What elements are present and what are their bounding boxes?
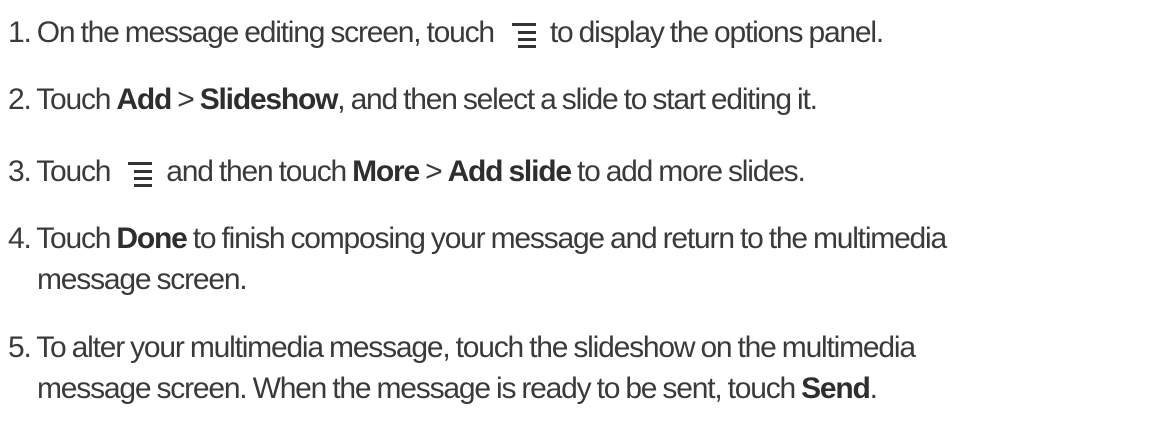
step-text: to finish composing your message and ret…: [186, 222, 947, 255]
menu-icon: [128, 161, 153, 187]
menu-icon: [511, 22, 536, 48]
step-keyword: Add: [116, 83, 172, 116]
step-text: >: [171, 83, 200, 116]
step-text: >: [419, 155, 448, 188]
step-keyword: Send: [801, 372, 871, 405]
step-text: On the message editing screen, touch: [36, 16, 495, 49]
step-keyword: Slideshow: [199, 83, 339, 116]
step-text: Touch: [36, 155, 111, 188]
step-number: 5.: [8, 331, 32, 364]
step-keyword: Add slide: [447, 155, 572, 188]
step-1: 1. On the message editing screen, touch t…: [8, 12, 1158, 53]
step-text: to add more slides.: [570, 155, 806, 188]
step-4: 4. Touch Done to finish composing your m…: [8, 218, 1158, 300]
step-text: and then touch: [166, 155, 353, 188]
step-text: Touch: [36, 222, 117, 255]
step-3: 3. Touch and then touch More > Add slide …: [8, 151, 1158, 192]
step-continuation: message screen.: [37, 263, 248, 296]
step-number: 3.: [8, 155, 32, 188]
step-text: To alter your multimedia message, touch …: [36, 331, 916, 364]
step-5: 5. To alter your multimedia message, tou…: [8, 327, 1158, 409]
step-number: 2.: [8, 83, 32, 116]
step-number: 4.: [8, 222, 32, 255]
step-keyword: More: [352, 155, 420, 188]
step-text: Touch: [36, 83, 117, 116]
step-text: message screen. When the message is read…: [37, 372, 802, 405]
step-text: to display the options panel.: [549, 16, 884, 49]
step-continuation: message screen. When the message is read…: [8, 368, 1158, 409]
step-number: 1.: [8, 16, 32, 49]
step-text: , and then select a slide to start editi…: [337, 83, 818, 116]
step-text: .: [869, 372, 878, 405]
step-keyword: Done: [116, 222, 187, 255]
step-2: 2. Touch Add > Slideshow, and then selec…: [8, 79, 1158, 120]
